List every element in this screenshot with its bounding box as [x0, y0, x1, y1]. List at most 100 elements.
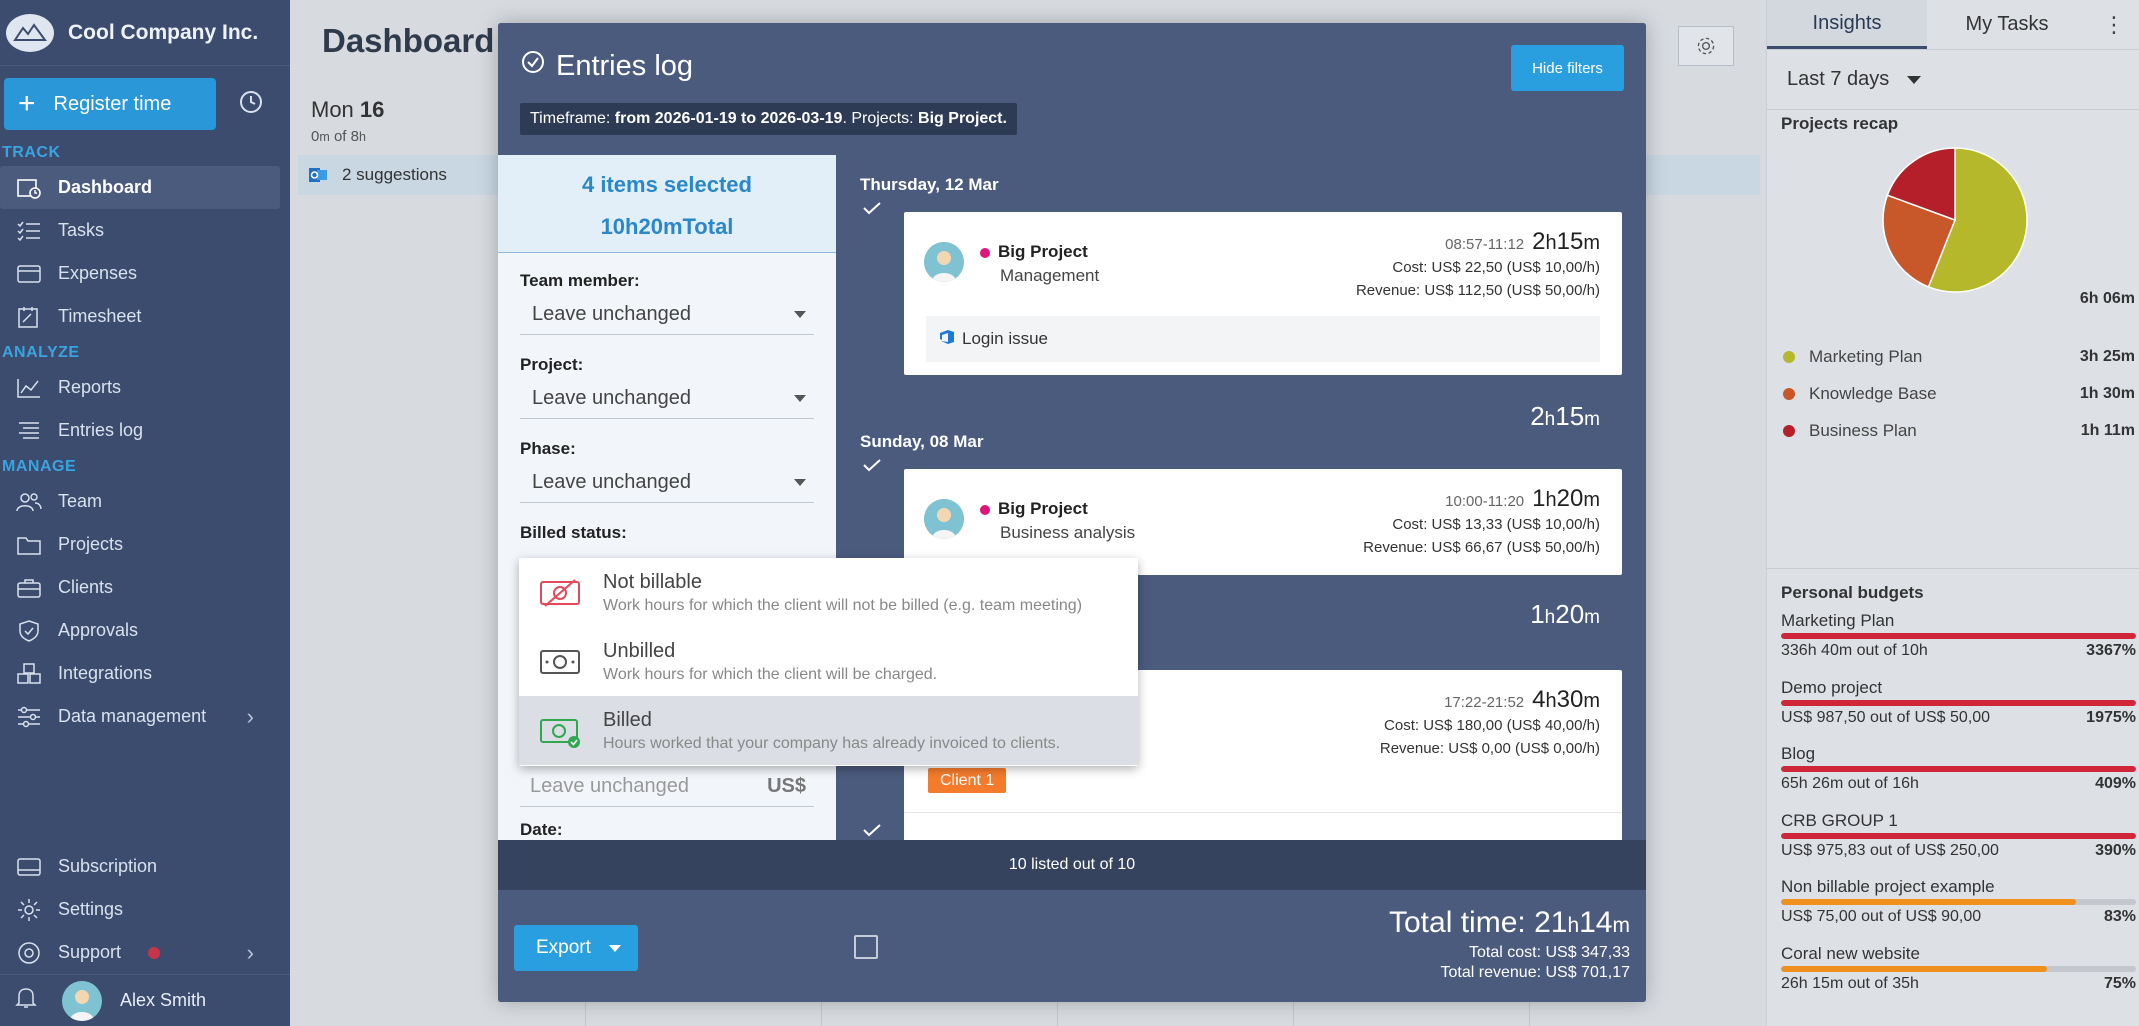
budget-bar-fill [1781, 699, 2136, 706]
sidebar-item-label: Settings [58, 899, 124, 919]
budget-item: CRB GROUP 1 US$ 975,83 out of US$ 250,00 3… [1767, 811, 2139, 878]
entry-time: 17:22-21:52 4h30m Cost: US$ 180,00 (US$ 4… [1380, 688, 1600, 760]
caret-down-icon [794, 311, 806, 318]
entry-cost: Cost: US$ 13,33 (US$ 10,00/h) [1392, 516, 1600, 533]
clock-icon[interactable] [238, 89, 264, 120]
timeline-strip [1640, 155, 1760, 195]
budget-bar-fill [1781, 899, 2076, 905]
card-icon [14, 854, 44, 880]
section-manage: MANAGE [2, 458, 77, 475]
phase-name: Business analysis [1000, 523, 1136, 542]
sidebar-item-settings[interactable]: Settings [0, 888, 290, 931]
user-name: Alex Smith [120, 990, 207, 1010]
export-button[interactable]: Export [514, 925, 638, 971]
budget-item: Non billable project example US$ 75,00 ou… [1767, 877, 2139, 944]
sidebar-item-label: Support [58, 942, 122, 962]
sidebar-item-integrations[interactable]: Integrations [0, 652, 290, 695]
budget-name: Non billable project example [1781, 877, 1995, 896]
insights-panel: Insights My Tasks ⋮ Last 7 days Projects… [1766, 0, 2139, 1026]
sidebar-item-subscription[interactable]: Subscription [0, 845, 290, 888]
sidebar-item-support[interactable]: Support › [0, 931, 290, 974]
budget-name: Coral new website [1781, 943, 1920, 963]
sidebar-item-dashboard[interactable]: Dashboard [0, 166, 280, 209]
tab-my-tasks[interactable]: My Tasks [1927, 0, 2087, 49]
sidebar-item-label: Clients [58, 577, 114, 597]
day-sum: 2h15m [1530, 401, 1600, 431]
select-all-checkbox[interactable] [854, 935, 878, 959]
project-select[interactable]: Leave unchanged [520, 379, 814, 419]
budgets-title: Personal budgets [1781, 583, 1924, 602]
suggestions-banner[interactable]: 2 suggestions [298, 155, 498, 195]
budget-bar-fill [1781, 832, 2136, 839]
check-circle-icon [520, 49, 546, 83]
client-tag: Client 1 [928, 768, 1007, 793]
avatar [62, 980, 102, 1021]
sidebar-item-reports[interactable]: Reports [0, 366, 290, 409]
budget-bar-fill [1781, 766, 2136, 772]
bell-icon[interactable] [14, 985, 38, 1016]
more-icon[interactable]: ⋮ [2087, 0, 2139, 49]
settings-gear-button[interactable] [1678, 26, 1734, 66]
phase-name: Management [1000, 266, 1100, 285]
caret-down-icon [1907, 75, 1922, 84]
budget-item: Coral new website 26h 15m out of 35h 75% [1767, 944, 2139, 1011]
check-icon[interactable] [862, 823, 882, 837]
sidebar-item-timesheet[interactable]: Timesheet [0, 295, 290, 338]
day-header: Sunday, 08 Mar [860, 432, 984, 451]
hide-filters-button[interactable]: Hide filters [1511, 45, 1624, 91]
gear-icon [14, 897, 44, 923]
sidebar-item-entries-log[interactable]: Entries log [0, 409, 290, 452]
phase-select[interactable]: Leave unchanged [520, 463, 814, 503]
not-billable-icon [540, 578, 580, 607]
sidebar-item-clients[interactable]: Clients [0, 566, 290, 609]
sidebar-item-team[interactable]: Team [0, 480, 290, 523]
rate-input[interactable]: Leave unchanged US$ [520, 767, 814, 807]
option-billed[interactable]: Billed Hours worked that your company ha… [519, 696, 1138, 765]
project-color-dot [980, 505, 990, 515]
modal-title-text: Entries log [556, 49, 694, 82]
sidebar-item-approvals[interactable]: Approvals [0, 609, 290, 652]
dashboard-icon [14, 175, 44, 201]
check-icon[interactable] [862, 458, 882, 472]
team-member-select[interactable]: Leave unchanged [520, 295, 814, 335]
budget-bar [1781, 899, 2136, 905]
entry-time: 08:57-11:12 2h15m Cost: US$ 22,50 (US$ 10… [1356, 230, 1600, 302]
option-unbilled[interactable]: Unbilled Work hours for which the client… [519, 627, 1138, 696]
budget-bar [1781, 832, 2136, 839]
section-analyze: ANALYZE [2, 344, 80, 361]
lifebuoy-icon [14, 940, 44, 966]
budget-name: Blog [1781, 744, 1816, 763]
legend-dot [1783, 424, 1795, 437]
sidebar-item-label: Team [58, 491, 103, 511]
tab-insights[interactable]: Insights [1767, 0, 1927, 49]
budget-name: Marketing Plan [1781, 611, 1895, 630]
user-profile[interactable]: Alex Smith [0, 974, 290, 1026]
legend-dot [1783, 350, 1795, 363]
budget-bar [1781, 699, 2136, 706]
phase-label: Phase: [520, 439, 576, 458]
sidebar-item-projects[interactable]: Projects [0, 523, 290, 566]
avatar [924, 499, 964, 539]
outlook-icon [309, 168, 327, 182]
budget-name: CRB GROUP 1 [1781, 810, 1898, 830]
personal-budgets: Personal budgets Marketing Plan 336h 40m … [1767, 568, 2139, 1010]
brand[interactable]: Cool Company Inc. [0, 0, 290, 66]
team-icon [14, 489, 44, 515]
entry-note: Login issue [926, 316, 1600, 362]
sidebar-item-label: Data management [58, 706, 207, 726]
timesheet-icon [14, 304, 44, 330]
period-select[interactable]: Last 7 days [1767, 50, 2139, 110]
project-name: Big Project [998, 242, 1088, 261]
sidebar-item-data-management[interactable]: Data management › [0, 695, 290, 738]
check-icon[interactable] [862, 201, 882, 215]
option-not-billable[interactable]: Not billable Work hours for which the cl… [519, 558, 1138, 627]
day-sum: 1h20m [1530, 599, 1600, 629]
sidebar-item-tasks[interactable]: Tasks [0, 209, 290, 252]
sidebar-item-label: Dashboard [58, 177, 153, 197]
budget-item: Demo project US$ 987,50 out of US$ 50,00 1… [1767, 678, 2139, 745]
wallet-icon [14, 261, 44, 287]
sidebar-item-expenses[interactable]: Expenses [0, 252, 290, 295]
register-time-button[interactable]: + Register time [4, 78, 216, 130]
legend-item: Business Plan 1h 11m [1767, 412, 2139, 449]
entry-card[interactable]: Big Project Management 08:57-11:12 2h15m … [904, 212, 1622, 375]
